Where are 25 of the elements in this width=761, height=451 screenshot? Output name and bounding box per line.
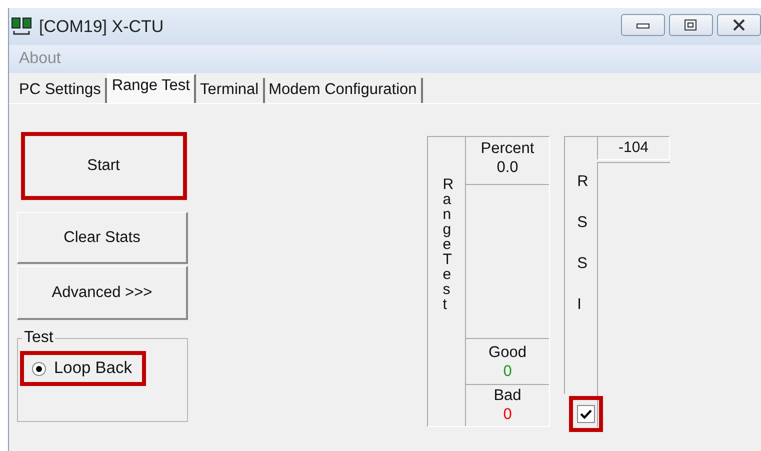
close-button[interactable] — [717, 14, 761, 36]
button[interactable]: Advanced >>> — [17, 266, 188, 320]
vertical-label: RSSI — [577, 172, 585, 315]
maximize-icon — [684, 18, 698, 30]
group-title: Test — [23, 329, 54, 347]
vertical-label: Range Test — [442, 177, 450, 315]
minimize-icon — [636, 20, 650, 28]
stat-label: Percent — [480, 139, 534, 158]
stat-label: Bad — [494, 386, 522, 405]
rssi-reading: -104 — [597, 136, 670, 160]
stat-value: 0 — [503, 362, 512, 381]
maximize-button[interactable] — [669, 14, 713, 36]
checkbox-control[interactable] — [569, 396, 603, 432]
app-icon — [11, 16, 33, 36]
button[interactable]: Clear Stats — [17, 212, 188, 264]
window-title: [COM19] X-CTU — [39, 16, 164, 36]
tab[interactable]: Modem Configuration — [264, 78, 423, 103]
stat-value: 0 — [503, 405, 512, 424]
stat-value: 0.0 — [496, 158, 518, 177]
minimize-button[interactable] — [621, 14, 665, 36]
tab[interactable]: Range Test — [106, 74, 196, 103]
radio-option[interactable]: Loop Back — [22, 353, 144, 384]
button[interactable]: Start — [23, 134, 185, 198]
close-icon — [732, 18, 746, 30]
stat-label: Good — [488, 343, 526, 362]
